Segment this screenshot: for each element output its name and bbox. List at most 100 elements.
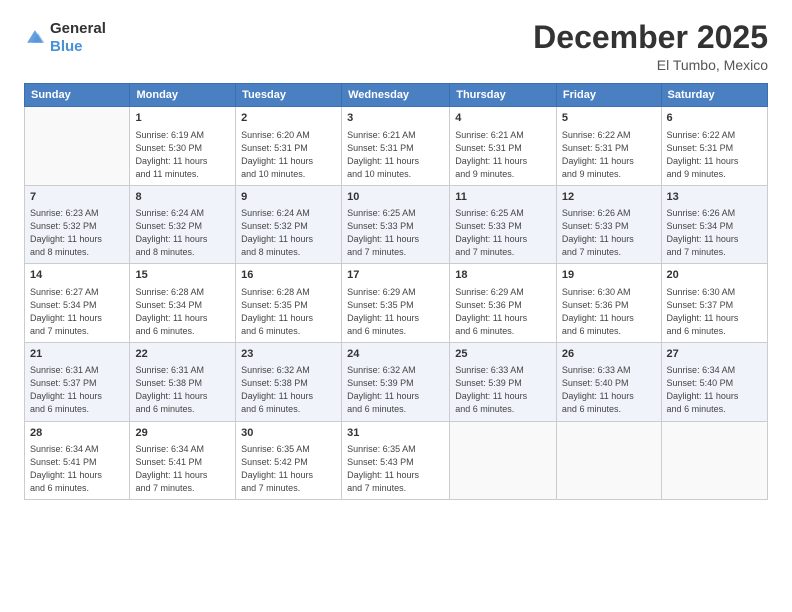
day-number: 11	[455, 190, 551, 205]
calendar-week-row: 14 Sunrise: 6:27 AMSunset: 5:34 PMDayligh…	[25, 264, 768, 343]
day-info: Sunrise: 6:29 AMSunset: 5:35 PMDaylight:…	[347, 286, 444, 338]
calendar-cell: 19Sunrise: 6:30 AMSunset: 5:36 PMDayligh…	[556, 264, 661, 343]
day-info: Sunrise: 6:24 AMSunset: 5:32 PMDaylight:…	[135, 207, 230, 259]
day-info: Sunrise: 6:34 AMSunset: 5:41 PMDaylight:…	[135, 443, 230, 495]
calendar-cell: 17Sunrise: 6:29 AMSunset: 5:35 PMDayligh…	[342, 264, 450, 343]
calendar-cell: 27Sunrise: 6:34 AMSunset: 5:40 PMDayligh…	[661, 342, 767, 421]
day-number: 29	[135, 426, 230, 441]
calendar-header-row: SundayMondayTuesdayWednesdayThursdayFrid…	[25, 84, 768, 107]
day-info: Sunrise: 6:30 AMSunset: 5:37 PMDaylight:…	[667, 286, 762, 338]
day-info: Sunrise: 6:21 AMSunset: 5:31 PMDaylight:…	[347, 129, 444, 181]
day-number: 21	[30, 347, 124, 362]
day-info: Sunrise: 6:27 AMSunset: 5:34 PMDaylight:…	[30, 286, 124, 338]
day-number: 4	[455, 111, 551, 126]
day-info: Sunrise: 6:22 AMSunset: 5:31 PMDaylight:…	[562, 129, 656, 181]
month-title: December 2025	[533, 20, 768, 55]
calendar-cell: 15 Sunrise: 6:28 AMSunset: 5:34 PMDayligh…	[130, 264, 236, 343]
day-number: 28	[30, 426, 124, 441]
day-info: Sunrise: 6:29 AMSunset: 5:36 PMDaylight:…	[455, 286, 551, 338]
day-number: 13	[667, 190, 762, 205]
day-info: Sunrise: 6:24 AMSunset: 5:32 PMDaylight:…	[241, 207, 336, 259]
calendar-cell: 22 Sunrise: 6:31 AMSunset: 5:38 PMDayligh…	[130, 342, 236, 421]
day-number: 6	[667, 111, 762, 126]
logo-general: General	[50, 20, 106, 37]
day-number: 27	[667, 347, 762, 362]
day-header-tuesday: Tuesday	[236, 84, 342, 107]
day-info: Sunrise: 6:34 AMSunset: 5:41 PMDaylight:…	[30, 443, 124, 495]
calendar-cell	[450, 421, 557, 500]
day-number: 24	[347, 347, 444, 362]
calendar-cell: 7 Sunrise: 6:23 AMSunset: 5:32 PMDaylight…	[25, 185, 130, 264]
calendar-week-row: 1 Sunrise: 6:19 AMSunset: 5:30 PMDaylight…	[25, 107, 768, 186]
calendar-cell: 8Sunrise: 6:24 AMSunset: 5:32 PMDaylight…	[130, 185, 236, 264]
calendar-cell: 30Sunrise: 6:35 AMSunset: 5:42 PMDayligh…	[236, 421, 342, 500]
day-number: 12	[562, 190, 656, 205]
day-info: Sunrise: 6:28 AMSunset: 5:34 PMDaylight:…	[135, 286, 230, 338]
calendar-cell: 18 Sunrise: 6:29 AMSunset: 5:36 PMDayligh…	[450, 264, 557, 343]
day-info: Sunrise: 6:33 AMSunset: 5:40 PMDaylight:…	[562, 364, 656, 416]
day-number: 5	[562, 111, 656, 126]
calendar-week-row: 28 Sunrise: 6:34 AMSunset: 5:41 PMDayligh…	[25, 421, 768, 500]
calendar-cell: 14 Sunrise: 6:27 AMSunset: 5:34 PMDayligh…	[25, 264, 130, 343]
day-info: Sunrise: 6:23 AMSunset: 5:32 PMDaylight:…	[30, 207, 124, 259]
calendar-cell: 2Sunrise: 6:20 AMSunset: 5:31 PMDaylight…	[236, 107, 342, 186]
calendar-cell: 1 Sunrise: 6:19 AMSunset: 5:30 PMDaylight…	[130, 107, 236, 186]
day-number: 3	[347, 111, 444, 126]
day-info: Sunrise: 6:25 AMSunset: 5:33 PMDaylight:…	[347, 207, 444, 259]
day-info: Sunrise: 6:32 AMSunset: 5:39 PMDaylight:…	[347, 364, 444, 416]
logo: General Blue	[24, 20, 106, 56]
day-number: 9	[241, 190, 336, 205]
day-info: Sunrise: 6:26 AMSunset: 5:34 PMDaylight:…	[667, 207, 762, 259]
calendar-cell: 5 Sunrise: 6:22 AMSunset: 5:31 PMDaylight…	[556, 107, 661, 186]
day-header-sunday: Sunday	[25, 84, 130, 107]
day-number: 1	[135, 111, 230, 126]
calendar-cell: 3 Sunrise: 6:21 AMSunset: 5:31 PMDaylight…	[342, 107, 450, 186]
calendar-cell: 26 Sunrise: 6:33 AMSunset: 5:40 PMDayligh…	[556, 342, 661, 421]
calendar-cell: 21 Sunrise: 6:31 AMSunset: 5:37 PMDayligh…	[25, 342, 130, 421]
calendar-cell: 11 Sunrise: 6:25 AMSunset: 5:33 PMDayligh…	[450, 185, 557, 264]
day-header-thursday: Thursday	[450, 84, 557, 107]
day-number: 20	[667, 268, 762, 283]
day-info: Sunrise: 6:35 AMSunset: 5:43 PMDaylight:…	[347, 443, 444, 495]
calendar-week-row: 7 Sunrise: 6:23 AMSunset: 5:32 PMDaylight…	[25, 185, 768, 264]
calendar-cell: 25 Sunrise: 6:33 AMSunset: 5:39 PMDayligh…	[450, 342, 557, 421]
day-number: 22	[135, 347, 230, 362]
day-number: 18	[455, 268, 551, 283]
day-number: 10	[347, 190, 444, 205]
day-info: Sunrise: 6:19 AMSunset: 5:30 PMDaylight:…	[135, 129, 230, 181]
day-number: 19	[562, 268, 656, 283]
title-block: December 2025 El Tumbo, Mexico	[533, 20, 768, 73]
day-info: Sunrise: 6:33 AMSunset: 5:39 PMDaylight:…	[455, 364, 551, 416]
day-info: Sunrise: 6:32 AMSunset: 5:38 PMDaylight:…	[241, 364, 336, 416]
day-info: Sunrise: 6:20 AMSunset: 5:31 PMDaylight:…	[241, 129, 336, 181]
calendar-week-row: 21 Sunrise: 6:31 AMSunset: 5:37 PMDayligh…	[25, 342, 768, 421]
day-header-monday: Monday	[130, 84, 236, 107]
day-number: 7	[30, 190, 124, 205]
day-info: Sunrise: 6:31 AMSunset: 5:37 PMDaylight:…	[30, 364, 124, 416]
calendar-cell: 16Sunrise: 6:28 AMSunset: 5:35 PMDayligh…	[236, 264, 342, 343]
day-number: 30	[241, 426, 336, 441]
day-info: Sunrise: 6:28 AMSunset: 5:35 PMDaylight:…	[241, 286, 336, 338]
day-number: 15	[135, 268, 230, 283]
day-number: 14	[30, 268, 124, 283]
calendar-cell: 28 Sunrise: 6:34 AMSunset: 5:41 PMDayligh…	[25, 421, 130, 500]
location: El Tumbo, Mexico	[533, 57, 768, 73]
day-number: 25	[455, 347, 551, 362]
calendar-cell: 6Sunrise: 6:22 AMSunset: 5:31 PMDaylight…	[661, 107, 767, 186]
day-info: Sunrise: 6:25 AMSunset: 5:33 PMDaylight:…	[455, 207, 551, 259]
calendar-cell	[556, 421, 661, 500]
calendar: SundayMondayTuesdayWednesdayThursdayFrid…	[24, 83, 768, 500]
calendar-cell: 20 Sunrise: 6:30 AMSunset: 5:37 PMDayligh…	[661, 264, 767, 343]
day-number: 26	[562, 347, 656, 362]
calendar-cell: 29 Sunrise: 6:34 AMSunset: 5:41 PMDayligh…	[130, 421, 236, 500]
day-header-friday: Friday	[556, 84, 661, 107]
page: General Blue December 2025 El Tumbo, Mex…	[0, 0, 792, 612]
day-info: Sunrise: 6:31 AMSunset: 5:38 PMDaylight:…	[135, 364, 230, 416]
calendar-cell: 12Sunrise: 6:26 AMSunset: 5:33 PMDayligh…	[556, 185, 661, 264]
calendar-cell	[661, 421, 767, 500]
calendar-cell	[25, 107, 130, 186]
calendar-cell: 23Sunrise: 6:32 AMSunset: 5:38 PMDayligh…	[236, 342, 342, 421]
calendar-cell: 31Sunrise: 6:35 AMSunset: 5:43 PMDayligh…	[342, 421, 450, 500]
logo-blue: Blue	[50, 38, 83, 55]
calendar-cell: 10 Sunrise: 6:25 AMSunset: 5:33 PMDayligh…	[342, 185, 450, 264]
